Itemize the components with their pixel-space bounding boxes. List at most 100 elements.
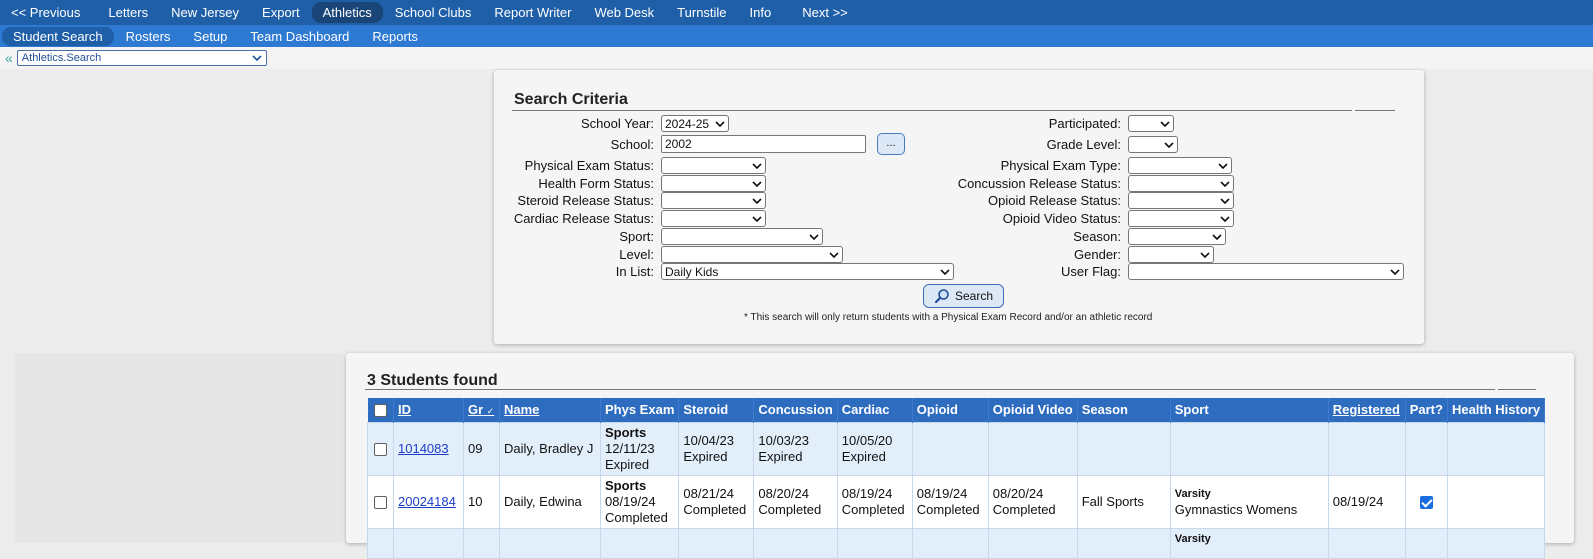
nav-turnstile[interactable]: Turnstile: [666, 2, 737, 23]
school-value: 2002: [665, 137, 692, 151]
nav-athletics[interactable]: Athletics: [311, 2, 383, 23]
sub-nav: Student Search Rosters Setup Team Dashbo…: [0, 25, 1593, 47]
season-select[interactable]: [1128, 228, 1226, 245]
chevron-down-icon: [252, 55, 262, 62]
health-form-status-select[interactable]: [661, 175, 766, 192]
concussion-cell: [753, 527, 838, 559]
school-lookup-button[interactable]: ...: [877, 133, 905, 155]
sport-name: Gymnastics Womens: [1174, 501, 1298, 517]
student-id-link[interactable]: 20024184: [398, 494, 456, 509]
subnav-reports[interactable]: Reports: [361, 27, 429, 46]
concussion-cell: 08/20/24 Completed: [753, 474, 838, 529]
cardiac-date: 10/05/20: [841, 432, 893, 448]
participated-checkbox[interactable]: [1419, 495, 1433, 509]
nav-report-writer[interactable]: Report Writer: [483, 2, 582, 23]
id-cell: [393, 527, 464, 559]
participated-select[interactable]: [1128, 115, 1174, 132]
health-form-status-label: Health Form Status:: [538, 176, 654, 191]
steroid-status: Expired: [683, 448, 728, 464]
nav-previous[interactable]: << Previous: [0, 2, 91, 23]
cardiac-date: 08/19/24: [841, 485, 893, 501]
student-id-link[interactable]: 1014083: [398, 441, 449, 456]
part-cell: [1404, 421, 1448, 476]
grade-cell: 10: [463, 474, 500, 529]
nav-info[interactable]: Info: [739, 2, 783, 23]
col-name[interactable]: Name: [499, 398, 601, 422]
results-title: 3 Students found: [367, 372, 498, 389]
season-cell: Fall Sports: [1076, 474, 1171, 529]
physical-exam-status-select[interactable]: [661, 157, 766, 174]
col-season: Season: [1077, 398, 1171, 422]
nav-new-jersey[interactable]: New Jersey: [160, 2, 250, 23]
sport-select[interactable]: [661, 228, 823, 245]
table-row: 1014083 09 Daily, Bradley J Sports 12/11/…: [367, 421, 1546, 476]
double-chevron-left-icon[interactable]: «: [5, 51, 13, 65]
opioid-video-status-select[interactable]: [1128, 210, 1234, 227]
cardiac-release-status-select[interactable]: [661, 210, 766, 227]
part-cell: [1404, 527, 1448, 559]
table-header-row: ID Gr ✓ Name Phys Exam Steroid Concussio…: [367, 398, 1546, 422]
search-note: * This search will only return students …: [744, 312, 1153, 323]
row-checkbox[interactable]: [374, 495, 387, 509]
nav-web-desk[interactable]: Web Desk: [583, 2, 665, 23]
gender-label: Gender:: [1074, 247, 1121, 262]
results-divider-end: [1498, 389, 1536, 390]
cardiac-cell: 10/05/20 Expired: [836, 421, 913, 476]
opioid-release-status-select[interactable]: [1128, 192, 1234, 209]
nav-next[interactable]: Next >>: [791, 2, 859, 23]
steroid-cell: 10/04/23 Expired: [678, 421, 755, 476]
nav-letters[interactable]: Letters: [97, 2, 159, 23]
search-button-label: Search: [955, 289, 994, 303]
opioid-cell: [911, 527, 989, 559]
col-id[interactable]: ID: [393, 398, 464, 422]
cardiac-status: Completed: [841, 501, 905, 517]
user-flag-select[interactable]: [1128, 263, 1404, 280]
search-button[interactable]: Search: [923, 284, 1005, 308]
subnav-team-dashboard[interactable]: Team Dashboard: [239, 27, 360, 46]
nav-school-clubs[interactable]: School Clubs: [384, 2, 483, 23]
physical-exam-type-select[interactable]: [1128, 157, 1232, 174]
subnav-setup[interactable]: Setup: [182, 27, 238, 46]
col-gr[interactable]: Gr ✓: [463, 398, 500, 422]
season-cell: [1076, 527, 1171, 559]
in-list-select[interactable]: Daily Kids: [661, 263, 954, 280]
search-criteria-panel: Search Criteria School Year: School: Phy…: [494, 70, 1424, 344]
level-select[interactable]: [661, 246, 843, 263]
school-label: School:: [610, 137, 654, 152]
opioid-video-cell: [987, 527, 1078, 559]
col-sport: Sport: [1170, 398, 1329, 422]
grade-level-select[interactable]: [1128, 136, 1178, 153]
nav-export[interactable]: Export: [251, 2, 311, 23]
select-all-checkbox[interactable]: [373, 404, 387, 418]
gender-select[interactable]: [1128, 246, 1214, 263]
subnav-student-search[interactable]: Student Search: [2, 26, 114, 46]
school-input[interactable]: 2002: [661, 135, 866, 153]
col-part: Part?: [1405, 398, 1448, 422]
cardiac-release-status-label: Cardiac Release Status:: [513, 211, 654, 226]
row-checkbox[interactable]: [374, 442, 387, 456]
col-opioid-video: Opioid Video: [988, 398, 1078, 422]
part-cell: [1404, 474, 1448, 529]
chevron-down-icon: [809, 233, 819, 240]
page-select[interactable]: Athletics.Search: [16, 50, 267, 66]
physical-exam-status-label: Physical Exam Status:: [524, 158, 654, 173]
health-history-cell: [1446, 527, 1546, 559]
cardiac-cell: [836, 527, 913, 559]
col-registered[interactable]: Registered: [1328, 398, 1406, 422]
page-select-value: Athletics.Search: [21, 52, 102, 64]
col-cardiac: Cardiac: [837, 398, 913, 422]
phys-exam-date: 08/19/24: [605, 493, 656, 509]
cardiac-cell: 08/19/24 Completed: [836, 474, 913, 529]
concussion-release-status-select[interactable]: [1128, 175, 1234, 192]
chevron-down-icon: [1164, 141, 1174, 148]
concussion-release-status-label: Concussion Release Status:: [957, 176, 1121, 191]
phys-exam-status: Completed: [605, 509, 668, 525]
table-row: 20024184 10 Daily, Edwina Sports 08/19/24…: [367, 474, 1546, 529]
level-label: Level:: [619, 247, 654, 262]
school-year-select[interactable]: 2024-25: [661, 115, 729, 132]
search-criteria-title: Search Criteria: [514, 91, 628, 108]
subnav-rosters[interactable]: Rosters: [115, 27, 182, 46]
chevron-down-icon: [1212, 233, 1222, 240]
steroid-release-status-select[interactable]: [661, 192, 766, 209]
concussion-status: Expired: [758, 448, 803, 464]
